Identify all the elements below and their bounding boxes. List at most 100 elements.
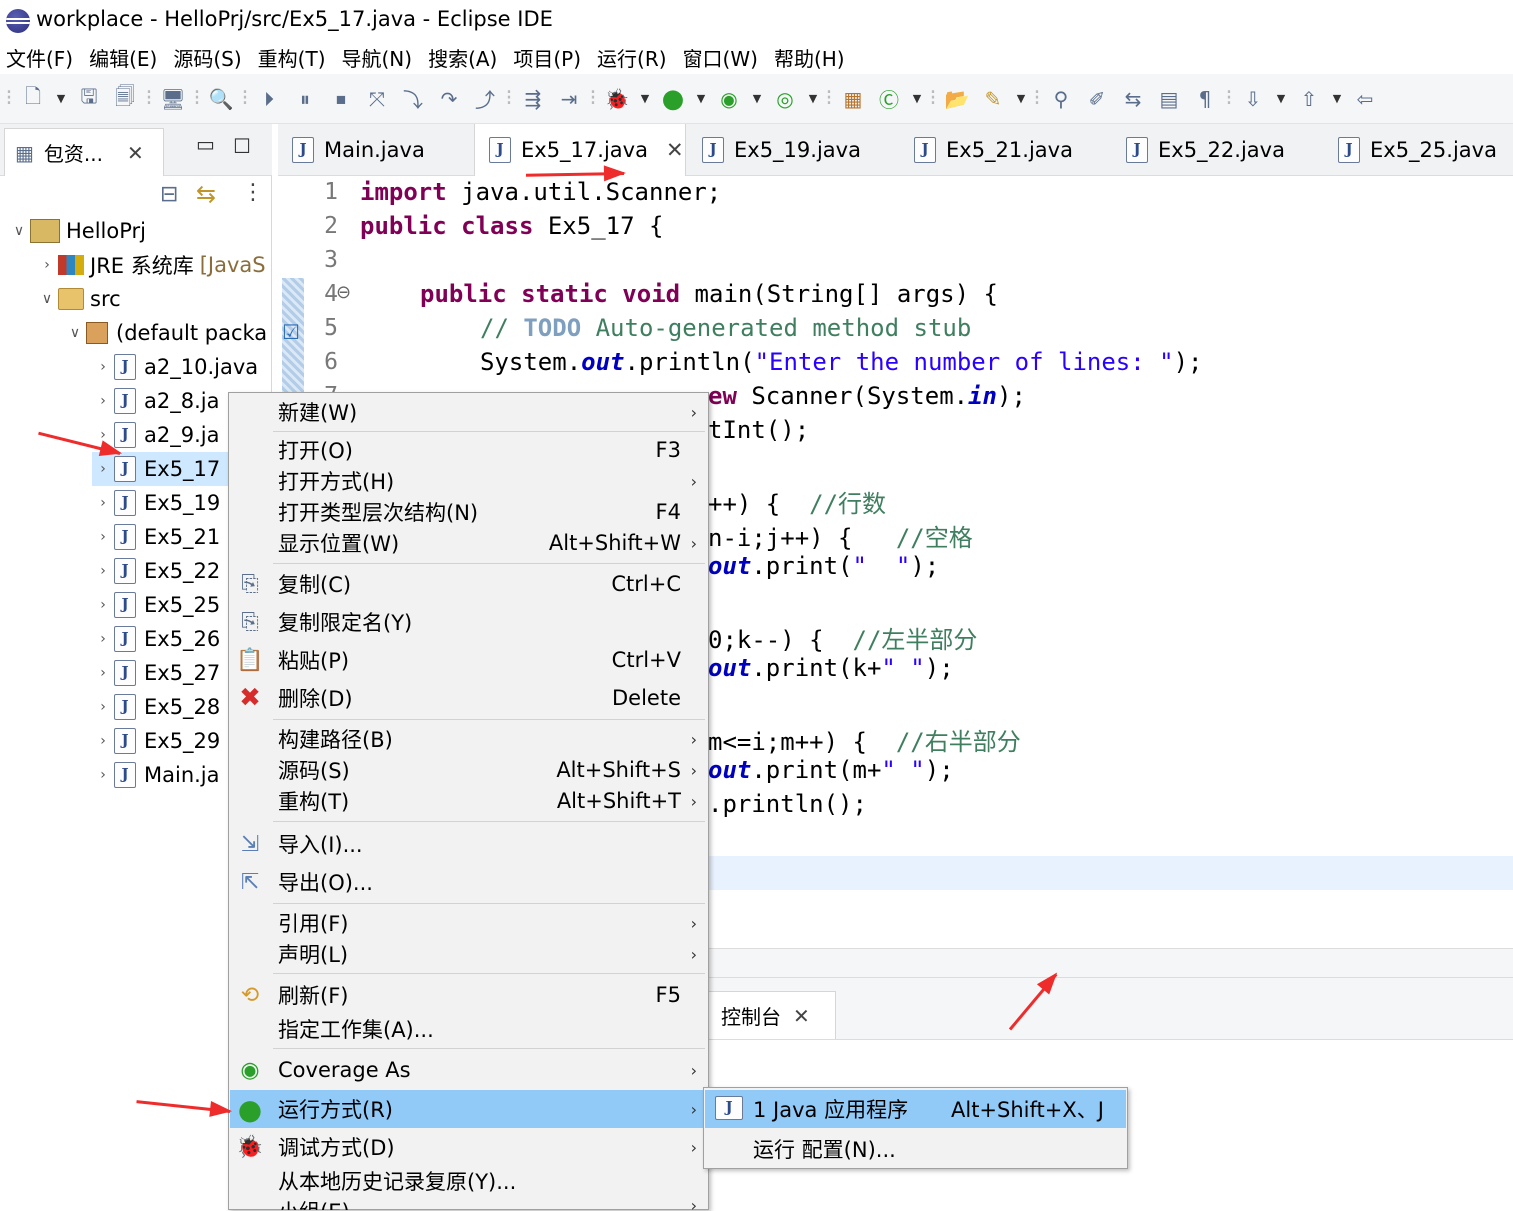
code-line[interactable]: 0;k--) { //左半部分 <box>708 620 977 655</box>
submenu-item-java-application[interactable]: J 1 Java 应用程序 Alt+Shift+X、J <box>705 1090 1126 1128</box>
new-dropdown-icon[interactable]: ▼ <box>54 84 68 114</box>
minimize-icon[interactable]: ▭ <box>196 132 215 156</box>
previous-annotation-dropdown-icon[interactable]: ▼ <box>1330 84 1344 114</box>
fold-collapse-icon[interactable]: ⊖ <box>336 282 351 303</box>
menu-source[interactable]: 源码(S) <box>173 43 241 72</box>
chevron-right-icon[interactable]: › <box>92 529 114 545</box>
maximize-icon[interactable]: ☐ <box>233 134 251 158</box>
menu-item-export[interactable]: ⇱ 导出(O)... <box>230 865 707 899</box>
external-tools-icon[interactable]: ◎ <box>770 84 800 114</box>
save-all-icon[interactable]: 🗐 <box>110 84 140 114</box>
menu-item-declarations[interactable]: 声明(L) › <box>230 937 707 971</box>
open-task-icon[interactable]: ✎ <box>978 84 1008 114</box>
chevron-right-icon[interactable]: › <box>92 733 114 749</box>
menu-item-show-in[interactable]: 显示位置(W) Alt+Shift+W › <box>230 526 707 560</box>
skip-breakpoints-icon[interactable]: ⇥ <box>554 84 584 114</box>
chevron-right-icon[interactable]: › <box>92 665 114 681</box>
tree-project[interactable]: ∨ HelloPrj <box>8 214 146 248</box>
link-with-editor-icon[interactable]: ⇆ <box>196 180 216 208</box>
code-line[interactable]: n-i;j++) { //空格 <box>708 518 973 553</box>
code-line[interactable]: public static void main(String[] args) { <box>420 280 998 308</box>
toggle-breadcrumb-icon[interactable]: ⚲ <box>1046 84 1076 114</box>
menu-item-debug-as[interactable]: 🐞 调试方式(D) › <box>230 1130 707 1164</box>
next-annotation-dropdown-icon[interactable]: ▼ <box>1274 84 1288 114</box>
tree-jre[interactable]: › JRE 系统库 [JavaS <box>36 248 265 282</box>
menu-item-delete[interactable]: ✖ 删除(D) Delete <box>230 681 707 715</box>
submenu-item-run-configurations[interactable]: 运行 配置(N)... <box>705 1130 1126 1168</box>
run-dropdown-icon[interactable]: ▼ <box>694 84 708 114</box>
save-icon[interactable]: 🖫 <box>74 84 104 114</box>
editor-tab[interactable]: J Main.java <box>278 124 474 176</box>
terminate-icon[interactable]: ⏹ <box>326 84 356 114</box>
code-line[interactable]: out.print(" "); <box>708 552 939 580</box>
tree-file[interactable]: › J Ex5_25 <box>92 588 220 622</box>
coverage-icon[interactable]: ◉ <box>714 84 744 114</box>
editor-tab[interactable]: J Ex5_22.java <box>1112 124 1324 176</box>
chevron-down-icon[interactable]: ∨ <box>8 223 30 239</box>
tab-package-explorer[interactable]: ▦ 包资... ✕ <box>4 128 164 176</box>
chevron-right-icon[interactable]: › <box>92 597 114 613</box>
close-icon[interactable]: ✕ <box>666 138 684 162</box>
tree-src[interactable]: ∨ src <box>36 282 121 316</box>
chevron-right-icon[interactable]: › <box>92 393 114 409</box>
chevron-right-icon[interactable]: › <box>92 699 114 715</box>
menu-refactor[interactable]: 重构(T) <box>258 43 326 72</box>
editor-tab[interactable]: J Ex5_19.java <box>688 124 900 176</box>
code-line[interactable]: tInt(); <box>708 416 809 444</box>
menu-file[interactable]: 文件(F) <box>6 43 73 72</box>
chevron-right-icon[interactable]: › <box>92 631 114 647</box>
tree-file[interactable]: › J Ex5_29 <box>92 724 220 758</box>
menu-item-restore-from-local-history[interactable]: 从本地历史记录复原(Y)... <box>230 1164 707 1198</box>
show-whitespace-icon[interactable]: ¶ <box>1190 84 1220 114</box>
mark-occurrences-icon[interactable]: ✐ <box>1082 84 1112 114</box>
next-annotation-icon[interactable]: ⇩ <box>1238 84 1268 114</box>
editor-tab[interactable]: J Ex5_21.java <box>900 124 1112 176</box>
resume-icon[interactable]: ⏵ <box>254 84 284 114</box>
new-file-icon[interactable]: 🗋 <box>18 84 48 114</box>
menu-item-open-type-hierarchy[interactable]: 打开类型层次结构(N) F4 <box>230 495 707 529</box>
code-line[interactable]: out.print(m+" "); <box>708 756 954 784</box>
code-line[interactable]: ew Scanner(System.in); <box>708 382 1026 410</box>
tree-package[interactable]: ∨ (default packa <box>64 316 267 350</box>
menu-item-paste[interactable]: 📋 粘贴(P) Ctrl+V <box>230 643 707 677</box>
menu-item-open-with[interactable]: 打开方式(H) › <box>230 464 707 498</box>
chevron-down-icon[interactable]: ∨ <box>64 325 86 341</box>
chevron-down-icon[interactable]: ∨ <box>36 291 58 307</box>
disconnect-icon[interactable]: ⤧ <box>362 84 392 114</box>
menu-window[interactable]: 窗口(W) <box>683 43 758 72</box>
menu-edit[interactable]: 编辑(E) <box>89 43 157 72</box>
terminal-icon[interactable]: 🖥 <box>158 84 188 114</box>
close-icon[interactable]: ✕ <box>793 1004 810 1028</box>
chevron-right-icon[interactable]: › <box>92 359 114 375</box>
search-icon[interactable]: 🔍 <box>206 84 236 114</box>
open-type-icon[interactable]: 📂 <box>942 84 972 114</box>
code-line[interactable]: ++) { //行数 <box>708 484 886 519</box>
tab-console[interactable]: 控制台 ✕ <box>708 991 836 1039</box>
menu-item-refresh[interactable]: ⟲ 刷新(F) F5 <box>230 978 707 1012</box>
code-line[interactable]: import java.util.Scanner; <box>360 178 721 206</box>
menu-item-source[interactable]: 源码(S) Alt+Shift+S › <box>230 753 707 787</box>
run-icon[interactable]: ● <box>658 84 688 114</box>
tree-file[interactable]: › J a2_8.ja <box>92 384 219 418</box>
new-class-dropdown-icon[interactable]: ▼ <box>910 84 924 114</box>
tree-file[interactable]: › J Ex5_27 <box>92 656 220 690</box>
menu-help[interactable]: 帮助(H) <box>774 43 845 72</box>
step-return-icon[interactable]: ⤴ <box>470 84 500 114</box>
menu-item-copy[interactable]: ⎘ 复制(C) Ctrl+C <box>230 567 707 601</box>
code-line[interactable]: System.out.println("Enter the number of … <box>480 348 1203 376</box>
tree-file[interactable]: › J Ex5_26 <box>92 622 220 656</box>
close-icon[interactable]: ✕ <box>127 141 144 165</box>
menu-navigate[interactable]: 导航(N) <box>342 43 413 72</box>
menu-item-build-path[interactable]: 构建路径(B) › <box>230 722 707 756</box>
view-menu-icon[interactable]: ⋮ <box>242 180 264 205</box>
debug-dropdown-icon[interactable]: ▼ <box>638 84 652 114</box>
menu-search[interactable]: 搜索(A) <box>428 43 497 72</box>
menu-item-open[interactable]: 打开(O) F3 <box>230 433 707 467</box>
menu-item-assign-working-sets[interactable]: 指定工作集(A)... <box>230 1012 707 1046</box>
menu-item-references[interactable]: 引用(F) › <box>230 906 707 940</box>
code-line[interactable]: public class Ex5_17 { <box>360 212 663 240</box>
menu-item-team[interactable]: 小组(E) › <box>230 1196 707 1210</box>
use-step-filters-icon[interactable]: ⇶ <box>518 84 548 114</box>
tree-file[interactable]: › J Ex5_22 <box>92 554 220 588</box>
previous-annotation-icon[interactable]: ⇧ <box>1294 84 1324 114</box>
